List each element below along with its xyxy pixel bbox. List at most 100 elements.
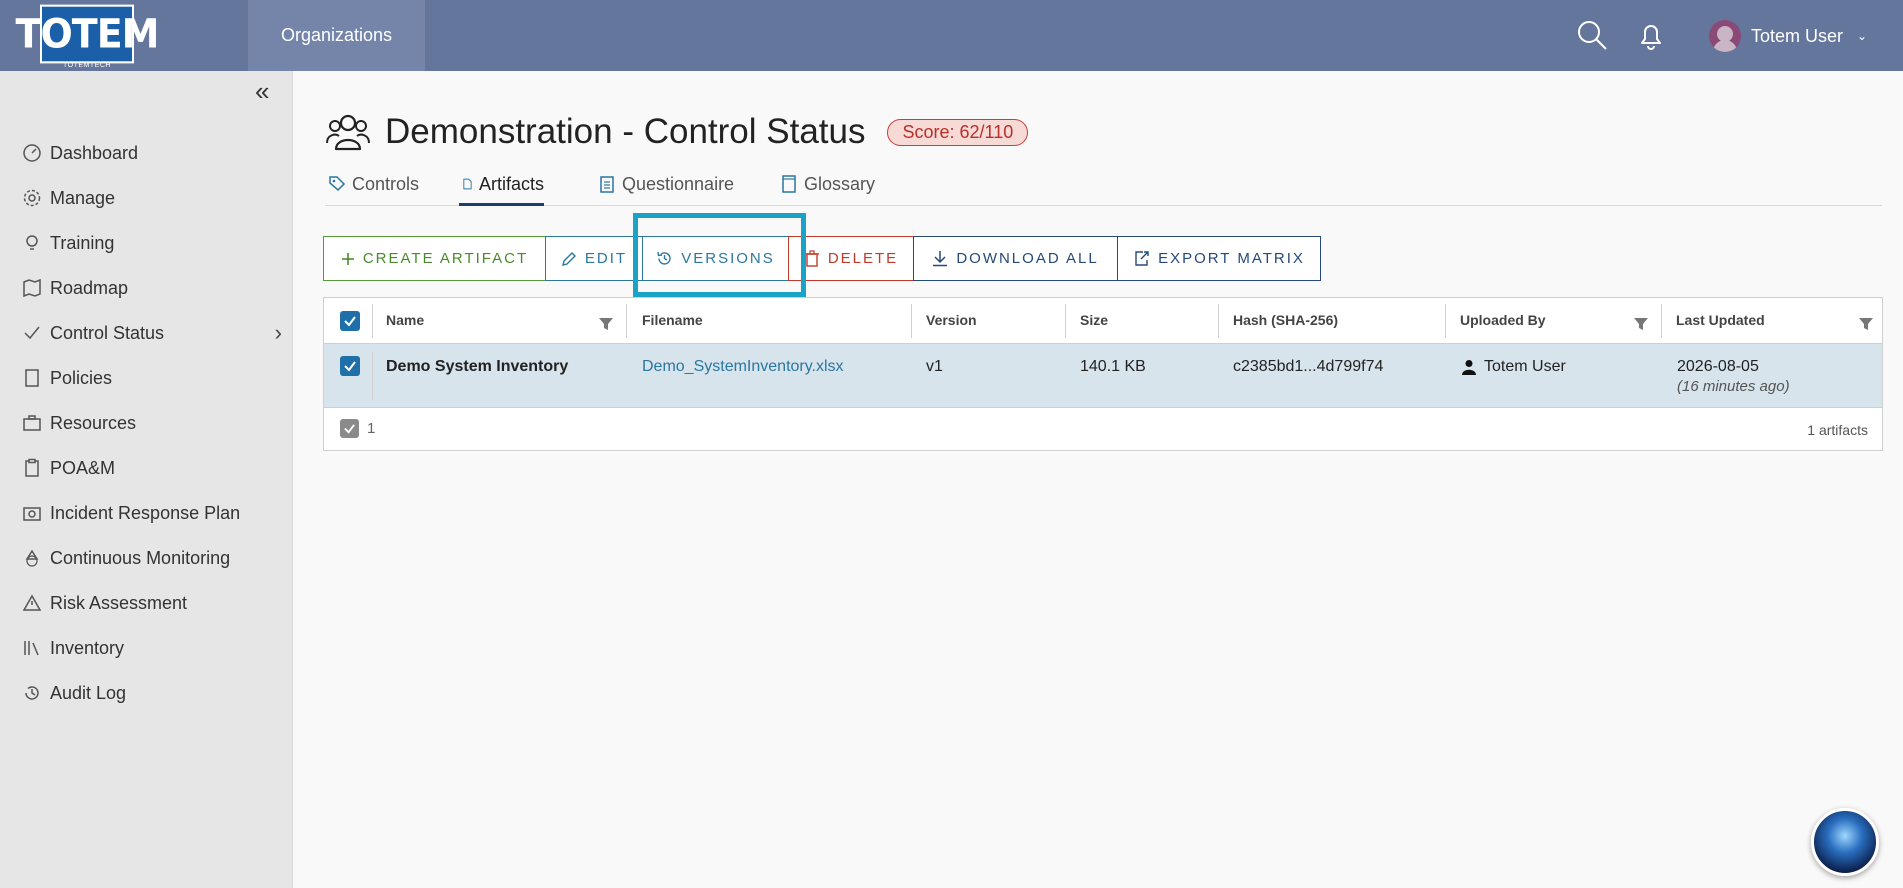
column-divider: [1218, 304, 1219, 338]
dashboard-icon: [23, 144, 41, 162]
check-icon: [344, 361, 356, 372]
document-icon: [25, 369, 39, 387]
artifact-filename-link[interactable]: Demo_SystemInventory.xlsx: [642, 358, 844, 376]
artifact-uploaded-by: Totem User: [1462, 358, 1566, 376]
pencil-icon: [561, 251, 577, 267]
sidebar-item-control-status[interactable]: Control Status ›: [22, 318, 282, 348]
sidebar-item-label: Dashboard: [50, 142, 139, 163]
clipboard-icon: [25, 458, 39, 477]
collapse-sidebar-icon[interactable]: «: [255, 78, 281, 107]
sidebar-item-label: Audit Log: [50, 682, 127, 703]
column-divider: [372, 352, 373, 400]
user-name: Totem User: [1751, 25, 1844, 46]
tab-controls[interactable]: Controls: [328, 174, 419, 206]
tab-artifacts[interactable]: Artifacts: [459, 174, 544, 206]
tab-label: Controls: [352, 174, 420, 194]
sidebar-item-label: Incident Response Plan: [50, 502, 241, 523]
column-divider: [372, 304, 373, 338]
artifact-size: 140.1 KB: [1080, 358, 1146, 375]
row-checkbox[interactable]: [340, 356, 360, 376]
edit-button[interactable]: Edit: [545, 236, 643, 281]
sidebar-item-dashboard[interactable]: Dashboard: [22, 138, 282, 168]
nav-organizations[interactable]: Organizations: [248, 0, 425, 71]
sidebar-item-label: POA&M: [50, 457, 116, 478]
bell-icon[interactable]: [1634, 18, 1668, 52]
page-header: Demonstration - Control Status Score: 62…: [325, 108, 1029, 156]
column-header-size[interactable]: Size: [1080, 312, 1108, 328]
download-icon: [932, 250, 948, 267]
check-icon: [24, 326, 40, 340]
chevron-right-icon[interactable]: ›: [275, 320, 282, 346]
last-updated-relative: (16 minutes ago): [1677, 378, 1790, 395]
sidebar-item-training[interactable]: Training: [22, 228, 282, 258]
artifact-last-updated: 2026-08-05 (16 minutes ago): [1677, 358, 1790, 395]
sidebar-item-risk-assessment[interactable]: Risk Assessment: [22, 588, 282, 618]
artifact-toolbar: Create Artifact Edit Versions Delete Dow…: [323, 236, 1321, 281]
history-icon: [656, 250, 673, 267]
sidebar-item-label: Training: [50, 232, 115, 253]
filter-icon[interactable]: [1634, 318, 1648, 330]
tab-questionnaire[interactable]: Questionnaire: [598, 174, 734, 206]
trash-icon: [804, 250, 820, 267]
create-artifact-button[interactable]: Create Artifact: [323, 236, 546, 281]
recycle-icon: [25, 549, 39, 567]
export-matrix-label: Export Matrix: [1158, 250, 1305, 267]
tab-label: Glossary: [804, 174, 876, 194]
sidebar-item-roadmap[interactable]: Roadmap: [22, 273, 282, 303]
logo-subtitle: TOTEMTECH: [63, 62, 111, 69]
download-all-label: Download All: [956, 250, 1099, 267]
sidebar-item-policies[interactable]: Policies: [22, 363, 282, 393]
library-icon: [24, 641, 39, 656]
sidebar-item-label: Inventory: [50, 637, 125, 658]
camera-icon: [23, 507, 41, 521]
book-icon: [782, 175, 796, 193]
column-header-last-updated[interactable]: Last Updated: [1676, 312, 1765, 328]
column-header-hash[interactable]: Hash (SHA-256): [1233, 312, 1338, 328]
map-icon: [23, 278, 41, 298]
sidebar-item-manage[interactable]: Manage: [22, 183, 282, 213]
column-header-uploaded-by[interactable]: Uploaded By: [1460, 312, 1546, 328]
versions-button[interactable]: Versions: [642, 236, 789, 281]
search-icon[interactable]: [1575, 18, 1609, 52]
assistant-chat-button[interactable]: [1811, 808, 1879, 876]
column-divider: [626, 304, 627, 338]
column-header-name[interactable]: Name: [386, 312, 424, 328]
filter-icon[interactable]: [1859, 318, 1873, 330]
create-artifact-label: Create Artifact: [362, 250, 529, 267]
table-row[interactable]: Demo System Inventory Demo_SystemInvento…: [324, 344, 1882, 408]
sidebar-item-continuous-monitoring[interactable]: Continuous Monitoring: [22, 543, 282, 573]
filter-icon[interactable]: [599, 318, 613, 330]
check-icon: [344, 316, 356, 327]
gear-icon: [23, 189, 41, 207]
selected-checkbox-indicator: [340, 419, 359, 438]
sidebar-item-inventory[interactable]: Inventory: [22, 633, 282, 663]
tab-glossary[interactable]: Glossary: [780, 174, 875, 206]
artifact-name: Demo System Inventory: [386, 358, 569, 375]
user-menu[interactable]: Totem User ⌄: [1709, 16, 1867, 56]
export-icon: [1133, 250, 1150, 267]
logo[interactable]: TOTEM TOTEMTECH: [16, 4, 159, 70]
sidebar-item-audit-log[interactable]: Audit Log: [22, 678, 282, 708]
sidebar-item-label: Risk Assessment: [50, 592, 188, 613]
edit-label: Edit: [584, 250, 628, 267]
sidebar-item-label: Continuous Monitoring: [50, 547, 231, 568]
sidebar: « Dashboard Manage Training Roadmap Cont…: [0, 71, 293, 888]
column-header-filename[interactable]: Filename: [642, 312, 703, 328]
sidebar-item-incident-response-plan[interactable]: Incident Response Plan: [22, 498, 282, 528]
export-matrix-button[interactable]: Export Matrix: [1117, 236, 1321, 281]
plus-icon: [341, 252, 355, 266]
history-icon: [25, 686, 39, 700]
sidebar-item-label: Policies: [50, 367, 113, 388]
sidebar-item-label: Control Status: [50, 322, 165, 343]
delete-button[interactable]: Delete: [788, 236, 914, 281]
select-all-checkbox[interactable]: [340, 311, 360, 331]
users-icon: [326, 114, 370, 151]
download-all-button[interactable]: Download All: [913, 236, 1118, 281]
total-count: 1 artifacts: [1807, 422, 1868, 438]
artifact-version: v1: [926, 358, 943, 375]
sidebar-item-resources[interactable]: Resources: [22, 408, 282, 438]
chevron-down-icon: ⌄: [1857, 29, 1868, 43]
column-header-version[interactable]: Version: [926, 312, 977, 328]
sidebar-item-poam[interactable]: POA&M: [22, 453, 282, 483]
briefcase-icon: [23, 415, 41, 431]
